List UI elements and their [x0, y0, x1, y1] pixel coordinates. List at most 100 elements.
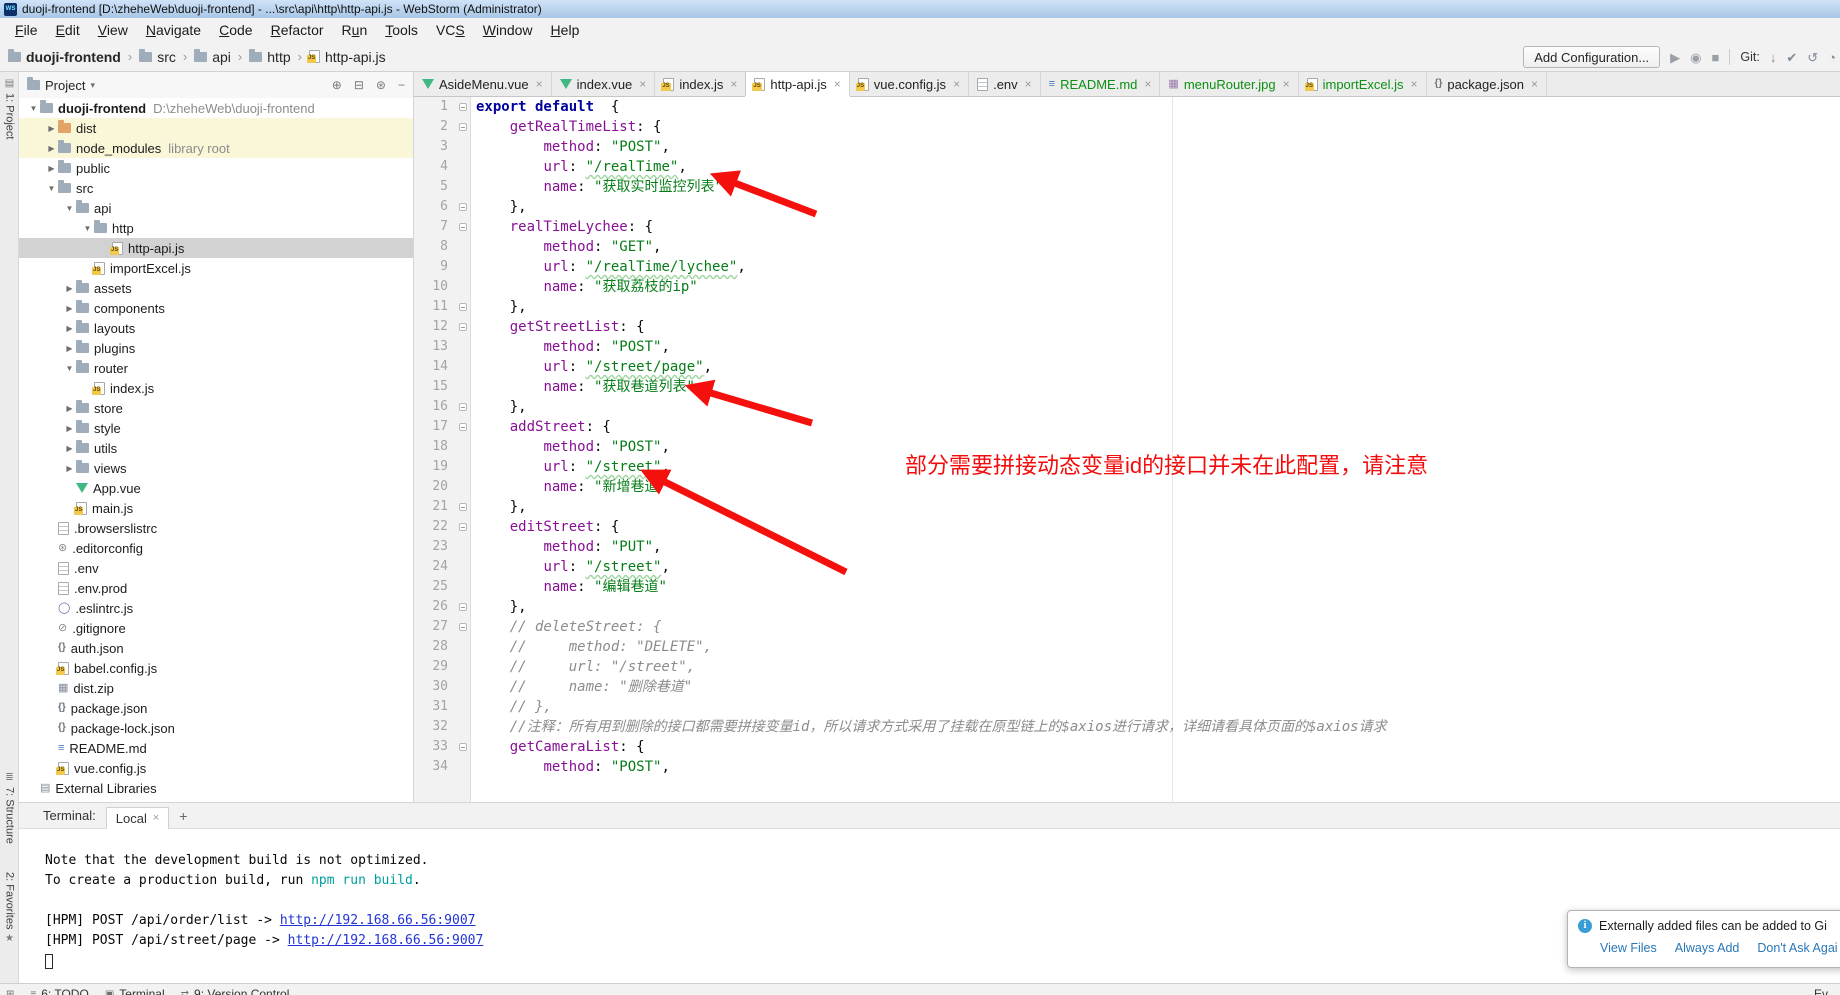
tree-item-vue.config.js[interactable]: vue.config.js: [19, 758, 413, 778]
status-bar-right-label[interactable]: Ev: [1814, 987, 1828, 995]
chevron-right-icon[interactable]: ▶: [45, 164, 58, 173]
new-terminal-button[interactable]: +: [179, 808, 187, 824]
breadcrumb-item-api[interactable]: api: [194, 49, 231, 65]
tree-item-duoji-frontend[interactable]: ▼duoji-frontendD:\zheheWeb\duoji-fronten…: [19, 98, 413, 118]
fold-marker-icon[interactable]: [459, 743, 467, 751]
menu-window[interactable]: Window: [474, 19, 542, 41]
tree-item-store[interactable]: ▶store: [19, 398, 413, 418]
menu-tools[interactable]: Tools: [376, 19, 427, 41]
chevron-down-icon[interactable]: ▼: [45, 184, 58, 193]
close-icon[interactable]: ×: [834, 77, 841, 91]
collapse-all-icon[interactable]: ⊟: [354, 78, 364, 92]
stop-icon[interactable]: ■: [1712, 51, 1720, 64]
chevron-right-icon[interactable]: ▶: [63, 324, 76, 333]
menu-view[interactable]: View: [89, 19, 137, 41]
tree-item-style[interactable]: ▶style: [19, 418, 413, 438]
tree-item-auth.json[interactable]: {}auth.json: [19, 638, 413, 658]
close-icon[interactable]: ×: [730, 77, 737, 91]
fold-marker-icon[interactable]: [459, 123, 467, 131]
add-configuration-button[interactable]: Add Configuration...: [1523, 46, 1660, 68]
tree-item-dist[interactable]: ▶dist: [19, 118, 413, 138]
tree-item-.env.prod[interactable]: .env.prod: [19, 578, 413, 598]
tab-.env[interactable]: .env×: [969, 72, 1041, 96]
terminal-link[interactable]: http://192.168.66.56:9007: [280, 913, 476, 928]
tab-http-api.js[interactable]: http-api.js×: [745, 72, 849, 96]
breadcrumb-item-http[interactable]: http: [249, 49, 290, 65]
tab-package.json[interactable]: {}package.json×: [1427, 72, 1547, 96]
terminal-link[interactable]: http://192.168.66.56:9007: [288, 933, 484, 948]
tool-window-switcher[interactable]: ⊞: [6, 987, 14, 995]
menu-edit[interactable]: Edit: [47, 19, 89, 41]
breadcrumb-item-src[interactable]: src: [139, 49, 176, 65]
tab-asidemenu.vue[interactable]: AsideMenu.vue×: [414, 72, 552, 96]
tab-importexcel.js[interactable]: importExcel.js×: [1299, 72, 1427, 96]
close-icon[interactable]: ×: [639, 77, 646, 91]
chevron-right-icon[interactable]: ▶: [45, 144, 58, 153]
close-icon[interactable]: ×: [1411, 77, 1418, 91]
version-control-toolwindow[interactable]: ⇄9: Version Control: [181, 987, 290, 995]
menu-vcs[interactable]: VCS: [427, 19, 474, 41]
tab-menurouter.jpg[interactable]: ▦menuRouter.jpg×: [1160, 72, 1298, 96]
hide-panel-icon[interactable]: −: [398, 78, 405, 92]
tab-index.js[interactable]: index.js×: [655, 72, 746, 96]
chevron-down-icon[interactable]: ▼: [63, 204, 76, 213]
tree-item-importexcel.js[interactable]: importExcel.js: [19, 258, 413, 278]
breadcrumb-item-http-api.js[interactable]: http-api.js: [309, 49, 386, 65]
settings-icon[interactable]: ⊛: [376, 78, 386, 92]
tree-item-public[interactable]: ▶public: [19, 158, 413, 178]
tree-item-router[interactable]: ▼router: [19, 358, 413, 378]
close-icon[interactable]: ×: [1144, 77, 1151, 91]
fold-marker-icon[interactable]: [459, 503, 467, 511]
chevron-right-icon[interactable]: ▶: [63, 404, 76, 413]
breadcrumb-item-duoji-frontend[interactable]: duoji-frontend: [8, 49, 121, 65]
menu-navigate[interactable]: Navigate: [137, 19, 210, 41]
fold-marker-icon[interactable]: [459, 423, 467, 431]
close-icon[interactable]: ×: [953, 77, 960, 91]
clock-icon[interactable]: ◔: [1828, 51, 1836, 64]
notification-link-don-t-ask-agai[interactable]: Don't Ask Agai: [1757, 941, 1837, 955]
fold-marker-icon[interactable]: [459, 223, 467, 231]
fold-marker-icon[interactable]: [459, 103, 467, 111]
tree-item-assets[interactable]: ▶assets: [19, 278, 413, 298]
chevron-right-icon[interactable]: ▶: [45, 124, 58, 133]
tab-readme.md[interactable]: ≡README.md×: [1041, 72, 1161, 96]
fold-marker-icon[interactable]: [459, 623, 467, 631]
tree-item-external libraries[interactable]: ▤External Libraries: [19, 778, 413, 798]
menu-help[interactable]: Help: [542, 19, 589, 41]
tree-item-http-api.js[interactable]: http-api.js: [19, 238, 413, 258]
sidebar-item-favorites[interactable]: 2: Favorites ★: [0, 872, 19, 944]
tree-item-api[interactable]: ▼api: [19, 198, 413, 218]
tree-item-app.vue[interactable]: App.vue: [19, 478, 413, 498]
chevron-right-icon[interactable]: ▶: [63, 464, 76, 473]
chevron-down-icon[interactable]: ▼: [81, 224, 94, 233]
terminal-tab-local[interactable]: Local ×: [106, 807, 170, 829]
menu-code[interactable]: Code: [210, 19, 261, 41]
chevron-right-icon[interactable]: ▶: [63, 424, 76, 433]
tree-item-package.json[interactable]: {}package.json: [19, 698, 413, 718]
fold-marker-icon[interactable]: [459, 523, 467, 531]
locate-file-icon[interactable]: ⊕: [332, 78, 342, 92]
terminal-toolwindow[interactable]: ▣Terminal: [105, 987, 165, 995]
fold-marker-icon[interactable]: [459, 323, 467, 331]
debug-icon[interactable]: ◉: [1690, 51, 1701, 64]
menu-run[interactable]: Run: [333, 19, 377, 41]
tree-item-readme.md[interactable]: ≡README.md: [19, 738, 413, 758]
run-icon[interactable]: ▶: [1670, 51, 1680, 64]
tree-item-main.js[interactable]: main.js: [19, 498, 413, 518]
tree-item-package-lock.json[interactable]: {}package-lock.json: [19, 718, 413, 738]
tree-item-layouts[interactable]: ▶layouts: [19, 318, 413, 338]
todo-toolwindow[interactable]: ≡6: TODO: [30, 987, 88, 995]
notification-link-view-files[interactable]: View Files: [1600, 941, 1657, 955]
chevron-down-icon[interactable]: ▼: [63, 364, 76, 373]
tree-item-src[interactable]: ▼src: [19, 178, 413, 198]
sidebar-item-project[interactable]: ▤ 1: Project: [0, 78, 19, 139]
close-icon[interactable]: ×: [153, 812, 159, 824]
close-icon[interactable]: ×: [1283, 77, 1290, 91]
tree-item-http[interactable]: ▼http: [19, 218, 413, 238]
fold-marker-icon[interactable]: [459, 403, 467, 411]
tree-item-dist.zip[interactable]: ▦dist.zip: [19, 678, 413, 698]
chevron-right-icon[interactable]: ▶: [63, 304, 76, 313]
tab-vue.config.js[interactable]: vue.config.js×: [850, 72, 969, 96]
commit-icon[interactable]: ✔: [1786, 51, 1797, 64]
menu-file[interactable]: File: [6, 19, 47, 41]
